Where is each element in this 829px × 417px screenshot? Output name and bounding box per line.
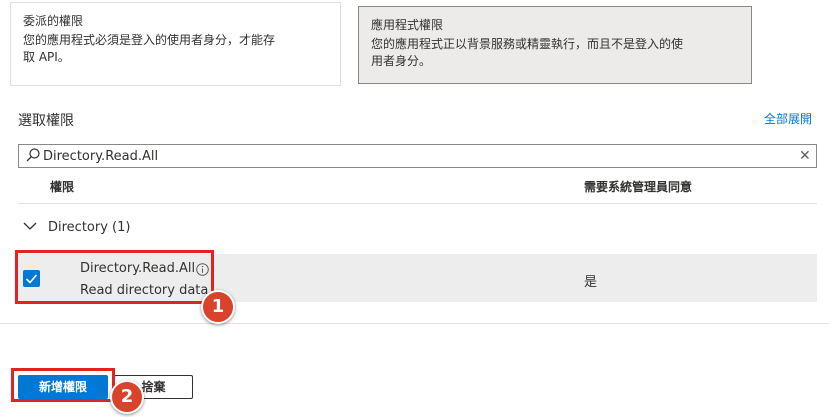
delegated-permissions-description-line2: 取 API。 [23, 50, 70, 64]
annotation-highlight-permission [15, 250, 214, 304]
permission-search-input[interactable] [43, 146, 783, 166]
delegated-permissions-title: 委派的權限 [23, 14, 84, 28]
footer-divider [0, 323, 829, 324]
application-permissions-title: 應用程式權限 [371, 18, 444, 32]
search-icon [26, 148, 40, 162]
column-header-permission[interactable]: 權限 [50, 178, 74, 195]
annotation-highlight-add-button [11, 368, 115, 402]
application-permissions-description-line2: 用者身分。 [371, 54, 432, 68]
select-permissions-title: 選取權限 [18, 113, 74, 129]
delegated-permissions-card[interactable]: 委派的權限 您的應用程式必須是登入的使用者身分，才能存 取 API。 [10, 2, 341, 86]
chevron-down-icon[interactable] [22, 218, 38, 234]
application-permissions-card[interactable]: 應用程式權限 您的應用程式正以背景服務或精靈執行，而且不是登入的使 用者身分。 [358, 6, 752, 84]
expand-all-link[interactable]: 全部展開 [764, 110, 812, 127]
step-1-badge: 1 [201, 290, 235, 324]
application-permissions-description-line1: 您的應用程式正以背景服務或精靈執行，而且不是登入的使 [371, 37, 684, 51]
header-divider [18, 203, 817, 204]
permission-group-label: Directory (1) [48, 220, 131, 235]
delegated-permissions-description-line1: 您的應用程式必須是登入的使用者身分，才能存 [23, 33, 276, 47]
permission-search-box: ✕ [18, 144, 817, 168]
admin-consent-value: 是 [584, 275, 598, 290]
column-header-admin-consent[interactable]: 需要系統管理員同意 [584, 178, 692, 195]
permission-group-directory[interactable]: Directory (1) [18, 216, 218, 242]
step-2-badge: 2 [110, 380, 144, 414]
close-icon[interactable]: ✕ [799, 148, 813, 164]
